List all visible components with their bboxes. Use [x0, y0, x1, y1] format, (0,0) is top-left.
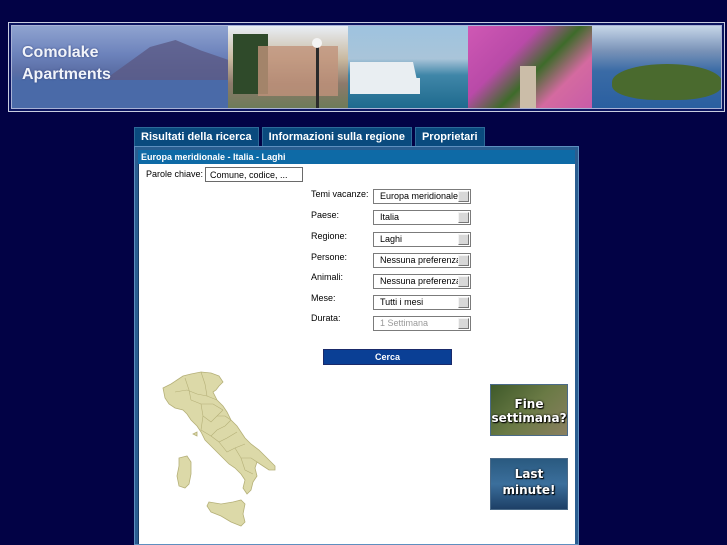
bougainvillea-path-photo [468, 26, 592, 108]
weekend-promo-banner[interactable]: Fine settimana? [490, 384, 568, 436]
country-select[interactable]: Italia [373, 210, 471, 225]
dropdown-arrow-icon[interactable] [458, 276, 469, 287]
theme-label: Temi vacanze: [311, 189, 369, 199]
dropdown-arrow-icon[interactable] [458, 318, 469, 329]
village-lamppost-photo [228, 26, 348, 108]
dropdown-arrow-icon[interactable] [458, 191, 469, 202]
region-select[interactable]: Laghi [373, 232, 471, 247]
tab-search-results[interactable]: Risultati della ricerca [134, 127, 259, 146]
promo-lastminute-line2: minute! [502, 483, 556, 497]
month-select[interactable]: Tutti i mesi [373, 295, 471, 310]
promo-weekend-line1: Fine [514, 397, 544, 411]
promo-lastminute-line1: Last [514, 467, 544, 481]
dropdown-arrow-icon[interactable] [458, 212, 469, 223]
search-panel: Europa meridionale - Italia - Laghi Paro… [134, 146, 579, 545]
italy-map[interactable] [161, 370, 296, 530]
region-select-value: Laghi [380, 234, 403, 244]
site-logo[interactable]: Comolake Apartments [22, 42, 111, 86]
persons-select-value: Nessuna preferenza [380, 255, 462, 265]
search-button[interactable]: Cerca [323, 349, 452, 365]
sardinia [176, 455, 192, 489]
duration-select[interactable]: 1 Settimana [373, 316, 471, 331]
month-label: Mese: [311, 293, 336, 303]
sicily [206, 499, 246, 527]
ferry-boat-photo [348, 26, 468, 108]
duration-label: Durata: [311, 313, 341, 323]
tab-region-info[interactable]: Informazioni sulla regione [261, 127, 412, 146]
dropdown-arrow-icon[interactable] [458, 297, 469, 308]
country-label: Paese: [311, 210, 340, 220]
banner-photo-strip: Comolake Apartments [11, 25, 722, 109]
promo-weekend-line2: settimana? [491, 411, 567, 425]
pets-select[interactable]: Nessuna preferenza [373, 274, 471, 289]
persons-label: Persone: [311, 252, 348, 262]
tab-bar: Risultati della ricerca Informazioni sul… [134, 127, 485, 146]
lake-peninsula-photo [592, 26, 721, 108]
month-select-value: Tutti i mesi [380, 297, 424, 307]
keywords-input[interactable]: Comune, codice, ... [205, 167, 303, 182]
persons-select[interactable]: Nessuna preferenza [373, 253, 471, 268]
pets-label: Animali: [311, 272, 344, 282]
header-banner: Comolake Apartments [8, 22, 725, 112]
dropdown-arrow-icon[interactable] [458, 234, 469, 245]
pets-select-value: Nessuna preferenza [380, 276, 462, 286]
breadcrumb: Europa meridionale - Italia - Laghi [138, 150, 575, 164]
tab-owners[interactable]: Proprietari [414, 127, 485, 146]
brand-line-2: Apartments [22, 66, 111, 83]
duration-select-value: 1 Settimana [380, 318, 429, 328]
search-form: Parole chiave: Comune, codice, ... Temi … [138, 164, 575, 544]
country-select-value: Italia [380, 212, 400, 222]
region-label: Regione: [311, 231, 348, 241]
last-minute-promo-banner[interactable]: Last minute! [490, 458, 568, 510]
theme-select[interactable]: Europa meridionale [373, 189, 471, 204]
keywords-label: Parole chiave: [146, 169, 204, 179]
theme-select-value: Europa meridionale [380, 191, 459, 201]
dropdown-arrow-icon[interactable] [458, 255, 469, 266]
elba [192, 431, 198, 437]
brand-line-1: Comolake [22, 44, 99, 61]
